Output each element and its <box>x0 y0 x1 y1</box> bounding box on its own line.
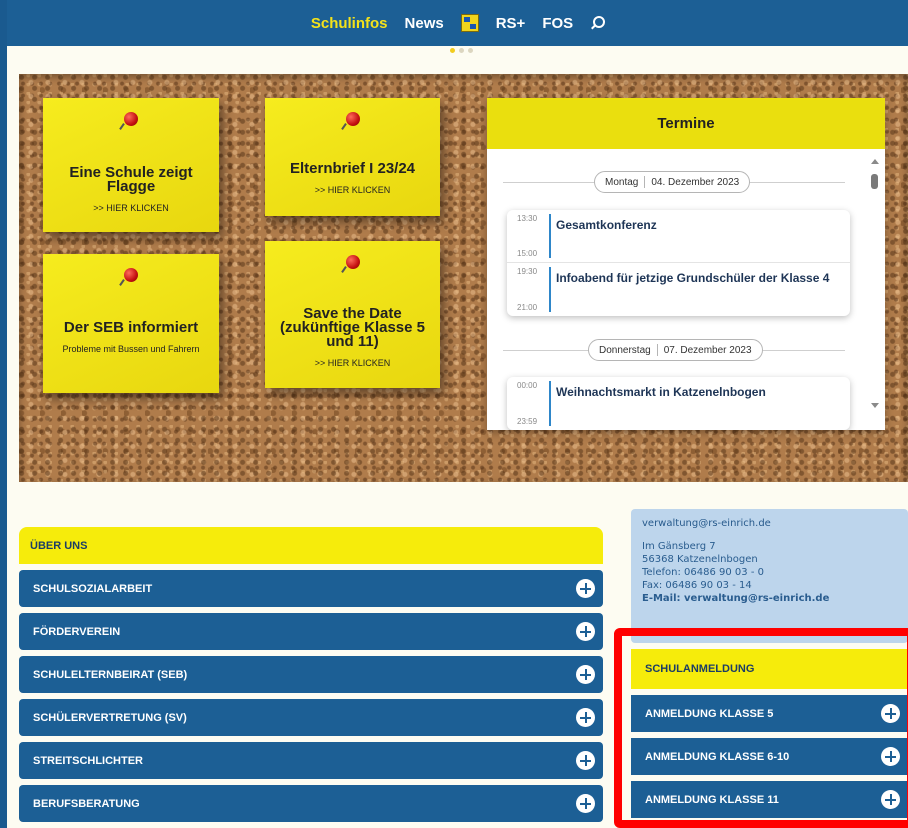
plus-icon[interactable] <box>576 665 595 684</box>
note-title: Elternbrief I 23/24 <box>289 160 416 177</box>
date: 04. Dezember 2023 <box>651 176 740 188</box>
accordion-label: FÖRDERVEREIN <box>33 625 121 638</box>
accordion-label: STREITSCHLICHTER <box>33 754 143 767</box>
accordion-item-sv[interactable]: SCHÜLERVERTRETUNG (SV) <box>19 699 603 736</box>
contact-email[interactable]: E-Mail: verwaltung@rs-einrich.de <box>642 592 897 605</box>
event-item[interactable]: 19:30 21:00 Infoabend für jetzige Grunds… <box>507 263 850 316</box>
event-card: 13:30 15:00 Gesamtkonferenz 19:30 21:00 … <box>507 210 850 316</box>
event-item[interactable]: 00:00 23:59 Weihnachtsmarkt in Katzeneln… <box>507 377 850 430</box>
event-bar <box>549 214 551 258</box>
event-start-time: 13:30 <box>517 214 538 223</box>
event-title[interactable]: Weihnachtsmarkt in Katzenelnbogen <box>556 385 766 399</box>
plus-icon[interactable] <box>576 794 595 813</box>
accordion-item-seb[interactable]: SCHULELTERNBEIRAT (SEB) <box>19 656 603 693</box>
note-seb-informiert[interactable]: Der SEB informiert Probleme mit Bussen u… <box>43 254 219 393</box>
scroll-thumb[interactable] <box>871 174 878 189</box>
date: 07. Dezember 2023 <box>663 344 752 356</box>
event-end-time: 21:00 <box>517 303 538 312</box>
slider-dot[interactable] <box>450 48 455 53</box>
event-start-time: 00:00 <box>517 381 538 390</box>
event-bar <box>549 267 551 312</box>
contact-phone: Telefon: 06486 90 03 - 0 <box>642 567 764 578</box>
school-crest-icon[interactable] <box>460 14 479 32</box>
note-elternbrief[interactable]: Elternbrief I 23/24 >> HIER KLICKEN <box>265 98 440 216</box>
note-save-the-date[interactable]: Save the Date (zukünftige Klasse 5 und 1… <box>265 241 440 388</box>
accordion-item-streitschlichter[interactable]: STREITSCHLICHTER <box>19 742 603 779</box>
event-title[interactable]: Gesamtkonferenz <box>556 218 657 232</box>
ueber-uns-accordion: ÜBER UNS SCHULSOZIALARBEIT FÖRDERVEREIN … <box>19 527 603 822</box>
scroll-down-icon[interactable] <box>871 403 879 408</box>
contact-city: 56368 Katzenelnbogen <box>642 554 758 565</box>
nav-news[interactable]: News <box>405 15 444 32</box>
scroll-up-icon[interactable] <box>871 159 879 164</box>
slider-dot[interactable] <box>468 48 473 53</box>
pill-separator <box>644 176 646 188</box>
contact-box: verwaltung@rs-einrich.de Im Gänsberg 7 5… <box>631 509 908 643</box>
note-title: Eine Schule zeigt Flagge <box>69 164 193 195</box>
termine-widget: Termine Montag 04. Dezember 2023 13:30 1… <box>487 98 885 430</box>
accordion-item-foerderverein[interactable]: FÖRDERVEREIN <box>19 613 603 650</box>
note-link[interactable]: >> HIER KLICKEN <box>275 357 430 370</box>
accordion-label: SCHÜLERVERTRETUNG (SV) <box>33 711 187 724</box>
pill-separator <box>656 344 658 356</box>
pushpin-icon <box>345 255 360 269</box>
pushpin-icon <box>345 112 360 126</box>
date-pill: Donnerstag 07. Dezember 2023 <box>588 339 763 361</box>
plus-icon[interactable] <box>576 708 595 727</box>
accordion-item-berufsberatung[interactable]: BERUFSBERATUNG <box>19 785 603 822</box>
termine-title: Termine <box>487 98 885 149</box>
note-title: Save the Date (zukünftige Klasse 5 und 1… <box>279 305 426 350</box>
termine-list[interactable]: Montag 04. Dezember 2023 13:30 15:00 Ges… <box>487 149 865 430</box>
accordion-label: BERUFSBERATUNG <box>33 797 140 810</box>
accordion-label: SCHULELTERNBEIRAT (SEB) <box>33 668 188 681</box>
plus-icon[interactable] <box>576 751 595 770</box>
search-icon[interactable] <box>590 16 606 30</box>
slider-dots <box>450 48 473 53</box>
pushpin-icon <box>124 112 138 126</box>
note-schule-flagge[interactable]: Eine Schule zeigt Flagge >> HIER KLICKEN <box>43 98 219 232</box>
top-navigation: Schulinfos News RS+ FOS <box>7 0 908 46</box>
date-pill: Montag 04. Dezember 2023 <box>594 171 751 193</box>
contact-street: Im Gänsberg 7 <box>642 541 716 552</box>
plus-icon[interactable] <box>576 579 595 598</box>
event-end-time: 15:00 <box>517 249 538 258</box>
note-link[interactable]: >> HIER KLICKEN <box>55 202 207 215</box>
accordion-label: SCHULSOZIALARBEIT <box>33 582 153 595</box>
page: Schulinfos News RS+ FOS Eine Schule zeig… <box>7 0 908 828</box>
weekday: Donnerstag <box>599 344 651 356</box>
nav-schulinfos[interactable]: Schulinfos <box>311 15 388 32</box>
slider-dot[interactable] <box>459 48 464 53</box>
event-item[interactable]: 13:30 15:00 Gesamtkonferenz <box>507 210 850 263</box>
event-card: 00:00 23:59 Weihnachtsmarkt in Katzeneln… <box>507 377 850 430</box>
nav-rs-plus[interactable]: RS+ <box>496 15 526 32</box>
event-start-time: 19:30 <box>517 267 538 276</box>
event-title[interactable]: Infoabend für jetzige Grundschüler der K… <box>556 271 829 285</box>
event-bar <box>549 381 551 426</box>
accordion-item-schulsozialarbeit[interactable]: SCHULSOZIALARBEIT <box>19 570 603 607</box>
date-divider: Montag 04. Dezember 2023 <box>503 171 845 195</box>
plus-icon[interactable] <box>576 622 595 641</box>
highlight-frame <box>614 628 908 828</box>
pushpin-icon <box>124 268 138 282</box>
note-link[interactable]: >> HIER KLICKEN <box>275 184 430 197</box>
nav-fos[interactable]: FOS <box>542 15 573 32</box>
event-end-time: 23:59 <box>517 417 538 426</box>
note-subtitle: Probleme mit Bussen und Fahrern <box>62 344 200 354</box>
contact-fax: Fax: 06486 90 03 - 14 <box>642 580 752 591</box>
corkboard: Eine Schule zeigt Flagge >> HIER KLICKEN… <box>19 74 908 482</box>
weekday: Montag <box>605 176 639 188</box>
date-divider: Donnerstag 07. Dezember 2023 <box>503 339 845 363</box>
contact-email-link[interactable]: verwaltung@rs-einrich.de <box>642 517 897 530</box>
note-title: Der SEB informiert <box>63 319 199 336</box>
ueber-uns-header: ÜBER UNS <box>19 527 603 564</box>
termine-scrollbar[interactable] <box>865 149 885 430</box>
